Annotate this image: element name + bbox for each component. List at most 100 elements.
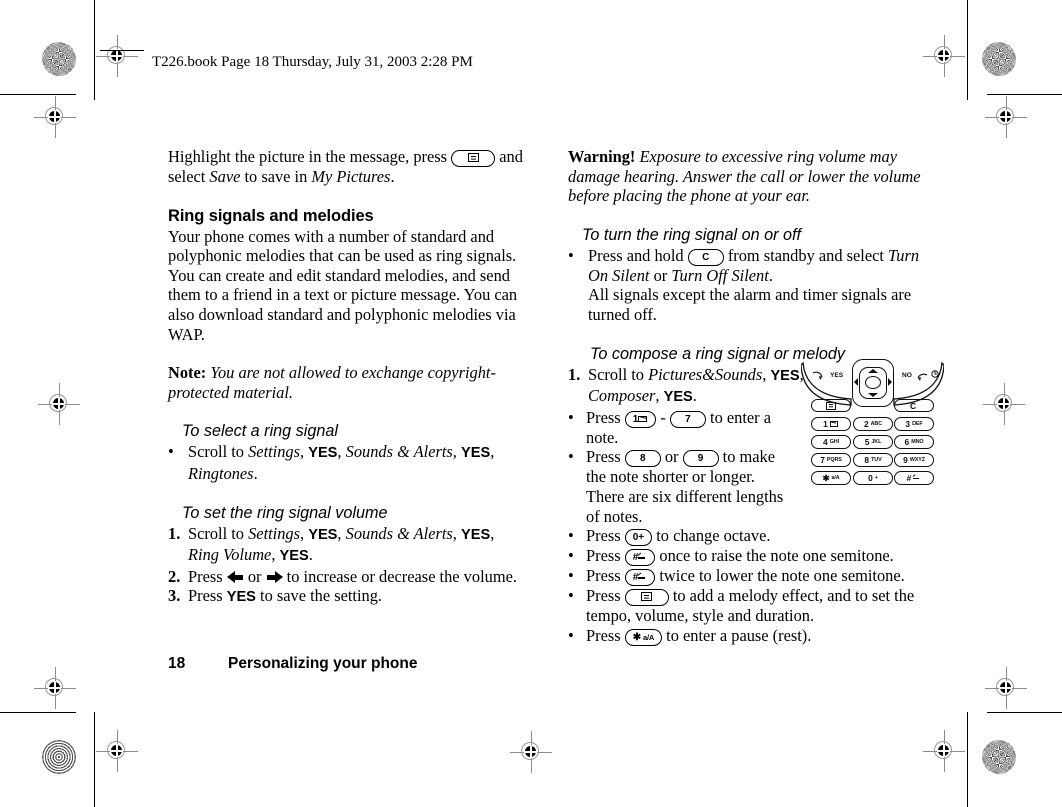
txt: . — [253, 463, 258, 483]
bullet-marker: • — [568, 407, 574, 427]
keypad-key-1: 1 — [811, 417, 851, 431]
txt: Press — [188, 586, 227, 606]
key-letters: MNO — [911, 439, 924, 445]
slug-rule — [100, 50, 144, 51]
nav-down-icon — [868, 393, 878, 397]
subheading-set-ring-volume: To set the ring signal volume — [182, 503, 388, 522]
plate-line-bottom-right — [987, 712, 1062, 713]
txt: Press — [586, 407, 625, 427]
step-marker: 2. — [168, 566, 181, 586]
key-letters: TUV — [871, 457, 882, 463]
yes-key-label: YES — [460, 526, 491, 543]
txt: Press — [586, 447, 625, 467]
slug-text: T226.book Page 18 Thursday, July 31, 200… — [152, 54, 473, 70]
txt: . — [768, 265, 773, 285]
txt: Press — [586, 625, 625, 645]
plate-line-right-top — [967, 0, 968, 100]
left-arrow-icon — [226, 570, 244, 583]
step-marker: 1. — [168, 523, 181, 543]
plate-line-bottom-left — [0, 712, 76, 713]
bullet-marker: • — [568, 245, 574, 265]
sounds-alerts-term: Sounds & Alerts — [345, 442, 453, 462]
step-marker: 3. — [168, 586, 181, 606]
navigation-pad-center — [865, 376, 881, 389]
key-letters: GHI — [829, 439, 839, 445]
key-1-icon: 1 — [624, 410, 657, 428]
step-text: Press 1 - 7 to enter a note. — [586, 408, 771, 447]
txt: Press — [586, 526, 625, 546]
subheading-turn-ring-on-off: To turn the ring signal on or off — [582, 225, 801, 244]
step-text: Scroll to Settings, YES, Sounds & Alerts… — [188, 442, 494, 483]
bullet-marker: • — [568, 625, 574, 645]
plate-line-right-bottom — [967, 712, 968, 807]
keypad-menu-key — [811, 399, 851, 412]
step-text: Press YES to save the setting. — [188, 586, 382, 605]
bullet-marker: • — [568, 526, 574, 546]
yes-key-label: YES — [460, 445, 491, 462]
txt: to enter a pause (rest). — [662, 625, 812, 645]
txt: All signals except the alarm and timer s… — [588, 285, 912, 324]
txt: , — [337, 523, 346, 543]
sounds-alerts-term: Sounds & Alerts — [345, 523, 453, 543]
settings-term: Settings — [248, 442, 301, 462]
intro-text-d: to save in — [240, 167, 312, 186]
plate-line-top-left — [0, 94, 76, 95]
step-text: Press 0+ to change octave. — [586, 526, 770, 547]
key-letters: ABC — [870, 421, 883, 427]
note-paragraph: Note: You are not allowed to exchange co… — [168, 363, 526, 402]
step-text: Press # twice to lower the note one semi… — [586, 566, 905, 587]
list-item: • Press 1 - 7 to enter a note. — [568, 408, 794, 448]
txt: twice to lower the note one semitone. — [655, 566, 905, 586]
key-star-icon: ✱ a/A — [624, 628, 663, 646]
bullet-marker: • — [568, 586, 574, 606]
registration-mark-left-center — [38, 383, 80, 425]
phone-keypad-illustration: YES NO C 1 2 ABC 3 DEF 4 GHI 5 JKL 6 MNO 7 PQR… — [801, 357, 944, 490]
key-letters: PQRS — [826, 457, 842, 463]
key-letters: DEF — [912, 421, 923, 427]
yes-key-label: YES — [226, 589, 256, 606]
intro-text-c: select — [168, 167, 210, 186]
intro-text-e: . — [390, 167, 395, 186]
txt: once to raise the note one semitone. — [655, 546, 894, 566]
txt: Scroll to — [188, 523, 249, 543]
registration-mark-mid-left-bottom — [34, 667, 76, 709]
plate-line-top-right — [987, 94, 1062, 95]
step-text: Scroll to Pictures&Sounds, YES, Composer… — [588, 365, 804, 406]
step-text: Press ✱ a/A to enter a pause (rest). — [586, 625, 812, 646]
list-item: • Press 0+ to change octave. — [568, 526, 938, 547]
star-target-top-right — [982, 42, 1016, 76]
keypad-key-6: 6 MNO — [894, 435, 934, 449]
step-text: Press or to increase or decrease the vol… — [188, 567, 517, 586]
txt: , — [490, 523, 495, 543]
registration-mark-bottom-right — [923, 730, 965, 772]
registration-mark-top-left — [96, 35, 138, 77]
turn-off-silent-term: Turn Off Silent — [671, 265, 769, 285]
intro-paragraph: Highlight the picture in the message, pr… — [168, 147, 526, 187]
txt: Press and hold — [588, 245, 688, 265]
txt: to increase or decrease the volume. — [282, 566, 517, 586]
list-item: 1. Scroll to Settings, YES, Sounds & Ale… — [168, 524, 526, 567]
footer-page-number: 18 — [168, 655, 186, 672]
key-letters: WXYZ — [909, 457, 925, 463]
composer-term: Composer — [588, 386, 656, 406]
keypad-key-7: 7 PQRS — [811, 453, 851, 467]
txt: or — [243, 566, 266, 586]
txt: Press — [586, 566, 625, 586]
registration-mark-right-center — [983, 383, 1025, 425]
step-text: Scroll to Settings, YES, Sounds & Alerts… — [188, 524, 494, 565]
bullet-marker: • — [568, 447, 574, 467]
registration-mark-mid-left — [34, 96, 76, 138]
keypad-key-8: 8 TUV — [853, 453, 893, 467]
txt: , — [452, 442, 461, 462]
star-target-bottom-left — [42, 740, 76, 774]
yes-key-label: YES — [663, 389, 693, 406]
keypad-key-0: 0 + — [853, 471, 893, 485]
keypad-key-5: 5 JKL — [853, 435, 893, 449]
list-item: • Press 8 or 9 to make the note shorter … — [568, 447, 794, 526]
txt: . — [692, 386, 697, 406]
step-text: Press # once to raise the note one semit… — [586, 546, 894, 567]
txt: Scroll to — [188, 442, 249, 462]
nav-up-icon — [868, 369, 878, 373]
subheading-select-ring-signal: To select a ring signal — [182, 422, 338, 441]
key-hash-icon: # — [624, 549, 656, 567]
